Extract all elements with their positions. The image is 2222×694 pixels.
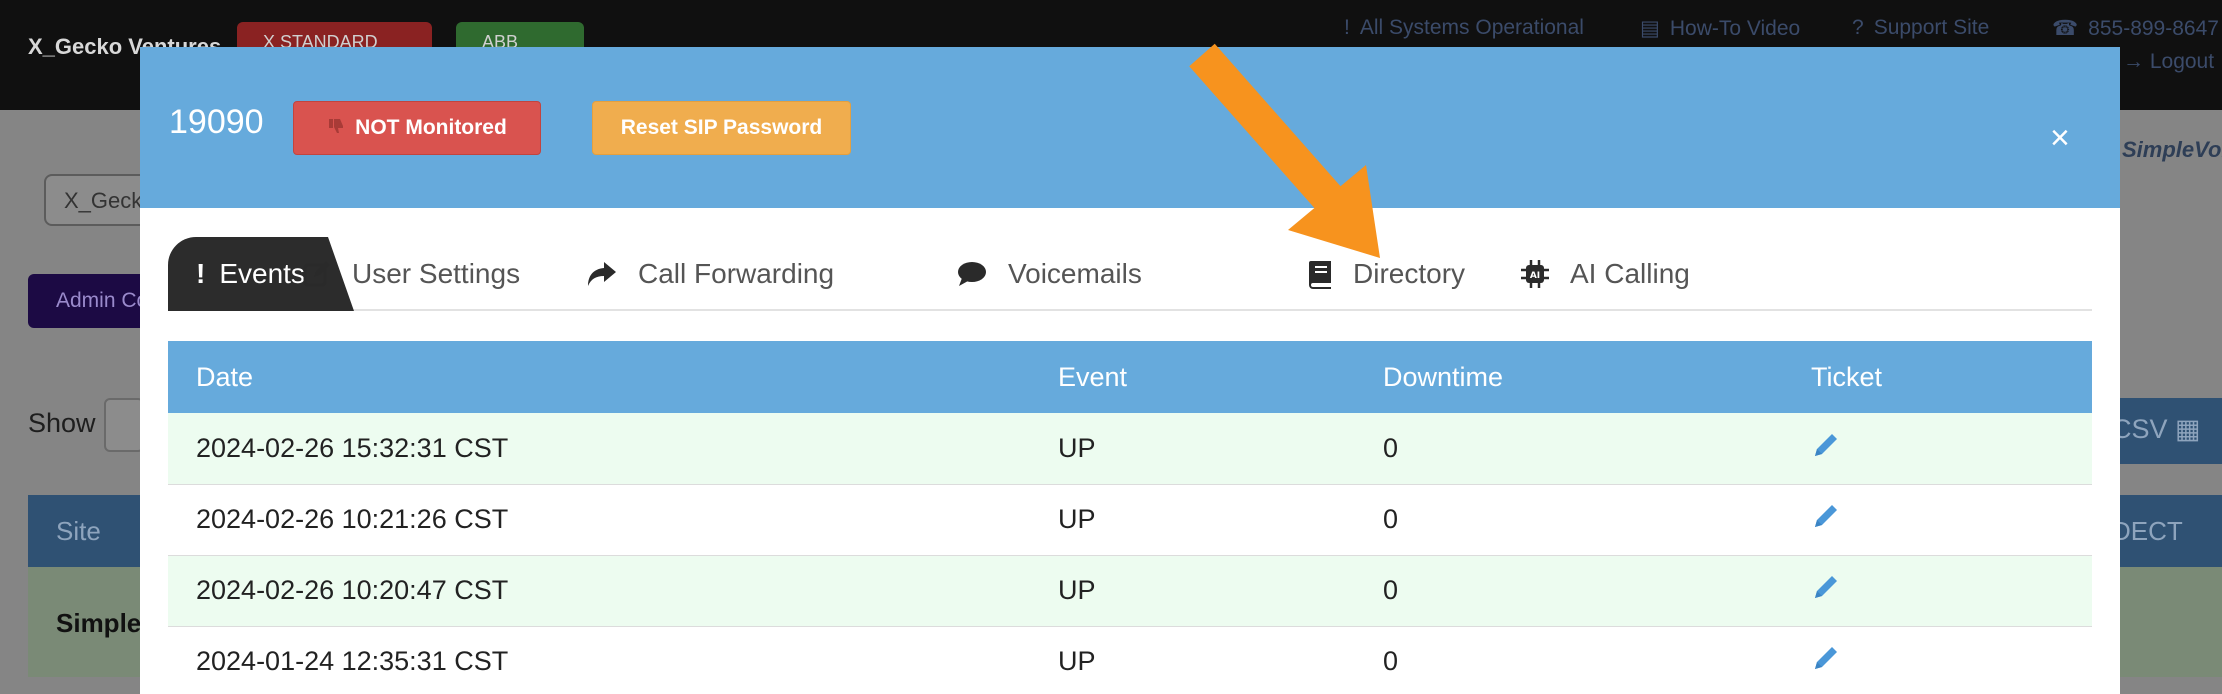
pencil-icon[interactable] — [1811, 572, 1841, 609]
tab-voicemails[interactable]: Voicemails — [956, 237, 1142, 311]
not-monitored-button[interactable]: NOT Monitored — [293, 101, 541, 155]
video-file-icon: ▤ — [1640, 17, 1660, 40]
edit-icon — [302, 259, 332, 289]
extension-number: 19090 — [169, 103, 264, 141]
event-column-header[interactable]: Event — [1030, 341, 1355, 413]
modal-tabs: ! Events User Settings Call Forwarding V… — [168, 237, 2092, 311]
event-downtime: 0 — [1355, 626, 1783, 694]
nav-phone-link[interactable]: ☎ 855-899-8647 — [2052, 16, 2219, 41]
thumbs-down-icon — [327, 117, 345, 140]
ticket-cell — [1783, 626, 2092, 694]
background-row-site: Simple — [56, 608, 142, 638]
simplevoip-logo: SimpleVoIP — [2122, 137, 2222, 162]
event-date: 2024-02-26 10:20:47 CST — [168, 555, 1030, 627]
logout-icon: → — [2123, 50, 2150, 73]
nav-howto-link[interactable]: ▤ How-To Video — [1640, 16, 1800, 41]
question-circle-icon: ? — [1852, 16, 1864, 39]
pencil-icon[interactable] — [1811, 430, 1841, 467]
extension-modal: 19090 NOT Monitored Reset SIP Password ×… — [140, 47, 2120, 694]
table-row: 2024-02-26 10:20:47 CST UP 0 — [168, 555, 2092, 627]
phone-icon: ☎ — [2052, 17, 2079, 40]
table-row: 2024-02-26 10:21:26 CST UP 0 — [168, 484, 2092, 556]
event-date: 2024-02-26 10:21:26 CST — [168, 484, 1030, 556]
show-entries-label: Show — [28, 408, 96, 438]
event-type: UP — [1030, 626, 1355, 694]
pencil-icon[interactable] — [1811, 501, 1841, 538]
ai-chip-icon: AI — [1520, 259, 1550, 289]
exclamation-icon: ! — [1344, 16, 1350, 39]
event-downtime: 0 — [1355, 413, 1783, 485]
show-entries-select[interactable] — [104, 398, 144, 452]
tab-directory[interactable]: Directory — [1307, 237, 1465, 311]
table-row: 2024-02-26 15:32:31 CST UP 0 — [168, 413, 2092, 485]
ticket-cell — [1783, 484, 2092, 556]
ticket-cell — [1783, 555, 2092, 627]
speech-bubble-icon — [956, 260, 988, 288]
logout-link[interactable]: → Logout — [2123, 50, 2214, 74]
ticket-column-header[interactable]: Ticket — [1783, 341, 2092, 413]
events-table: Date Event Downtime Ticket 2024-02-26 15… — [168, 341, 2092, 694]
nav-support-link[interactable]: ? Support Site — [1852, 16, 1989, 40]
event-date: 2024-01-24 12:35:31 CST — [168, 626, 1030, 694]
event-type: UP — [1030, 484, 1355, 556]
event-type: UP — [1030, 413, 1355, 485]
svg-text:AI: AI — [1530, 271, 1540, 281]
book-icon — [1307, 259, 1333, 289]
share-arrow-icon — [586, 260, 618, 288]
reset-sip-password-button[interactable]: Reset SIP Password — [592, 101, 851, 155]
event-downtime: 0 — [1355, 555, 1783, 627]
dect-column-header: DECT — [2112, 516, 2183, 546]
tab-user-settings[interactable]: User Settings — [302, 237, 520, 311]
pencil-icon[interactable] — [1811, 643, 1841, 680]
table-row: 2024-01-24 12:35:31 CST UP 0 — [168, 626, 2092, 694]
tab-ai-calling[interactable]: AI AI Calling — [1520, 237, 1690, 311]
modal-header: 19090 NOT Monitored Reset SIP Password × — [140, 47, 2120, 208]
table-icon: ▦ — [2175, 414, 2201, 444]
event-downtime: 0 — [1355, 484, 1783, 556]
nav-status-link[interactable]: ! All Systems Operational — [1344, 16, 1584, 40]
date-column-header[interactable]: Date — [168, 341, 1030, 413]
downtime-column-header[interactable]: Downtime — [1355, 341, 1783, 413]
exclamation-icon: ! — [196, 258, 206, 289]
table-header-row: Date Event Downtime Ticket — [168, 341, 2092, 413]
close-icon[interactable]: × — [2050, 121, 2070, 155]
event-date: 2024-02-26 15:32:31 CST — [168, 413, 1030, 485]
site-column-header: Site — [56, 516, 101, 546]
event-type: UP — [1030, 555, 1355, 627]
admin-console-button[interactable]: Admin Console — [28, 274, 148, 328]
tab-call-forwarding[interactable]: Call Forwarding — [586, 237, 834, 311]
ticket-cell — [1783, 413, 2092, 485]
